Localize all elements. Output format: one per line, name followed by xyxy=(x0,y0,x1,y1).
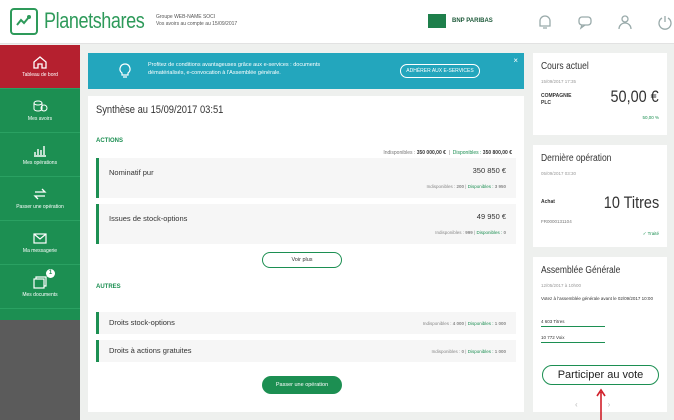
cours-price: 50,00 € xyxy=(610,87,659,106)
sidebar: Tableau de bord Mes avoirs Mes opération… xyxy=(0,45,80,420)
assemblee-date: 12/05/2017 à 10h00 xyxy=(541,283,582,288)
sidebar-item-label: Mes avoirs xyxy=(27,116,53,122)
derniere-title: Dernière opération xyxy=(541,153,612,164)
holding-row[interactable]: Droits stock-options Indisponibles : 4 0… xyxy=(96,312,516,334)
holding-detail: Indisponibles : 200 | Disponibles : 3 95… xyxy=(426,184,506,189)
total-dispo-label: Disponibles : xyxy=(452,150,482,156)
documents-badge: 1 xyxy=(46,269,55,278)
close-icon[interactable]: × xyxy=(513,56,518,65)
holding-row[interactable]: Issues de stock-options 49 950 € Indispo… xyxy=(96,204,516,244)
chart-icon xyxy=(34,146,46,157)
synthese-panel: Synthèse au 15/09/2017 03:51 ACTIONS Ind… xyxy=(88,96,524,412)
card-pager: ‹› xyxy=(575,400,640,409)
bank-logo: BNP PARIBAS xyxy=(428,13,493,29)
derniere-type: Achat xyxy=(541,199,555,205)
user-icon[interactable] xyxy=(612,10,638,34)
sidebar-item-label: Mes documents xyxy=(22,292,58,298)
actions-totals: Indisponibles : 350 000,00 € | Disponibl… xyxy=(383,150,512,156)
lightbulb-icon xyxy=(119,63,131,78)
documents-icon xyxy=(33,276,47,289)
assemblee-title: Assemblée Générale xyxy=(541,265,621,276)
cours-date: 15/09/2017 17:35 xyxy=(541,79,577,84)
cours-company: COMPAGNIE PLC xyxy=(541,93,572,106)
mail-icon xyxy=(33,233,47,244)
holding-name: Issues de stock-options xyxy=(109,214,188,223)
brand-name: Planetshares xyxy=(44,8,145,33)
exchange-icon xyxy=(33,188,47,200)
holding-name: Droits à actions gratuites xyxy=(109,346,192,355)
total-indispo: 350 000,00 € xyxy=(416,150,446,156)
sidebar-item-messagerie[interactable]: Ma messagerie xyxy=(0,221,80,265)
holding-detail: Indisponibles : 4 000 | Disponibles : 1 … xyxy=(422,321,506,326)
total-indispo-label: Indisponibles : xyxy=(383,150,416,156)
coins-icon xyxy=(33,100,48,112)
sidebar-item-avoirs[interactable]: Mes avoirs xyxy=(0,89,80,133)
actions-label: ACTIONS xyxy=(96,138,123,144)
autres-label: AUTRES xyxy=(96,284,121,290)
power-icon[interactable] xyxy=(652,10,674,34)
synthese-title: Synthèse au 15/09/2017 03:51 xyxy=(96,104,224,116)
sidebar-item-label: Ma messagerie xyxy=(22,248,58,254)
app-header: Planetshares Groupe WEB-NAME SOCI Vos av… xyxy=(0,0,674,44)
passer-operation-button[interactable]: Passer une opération xyxy=(262,376,342,394)
holding-row[interactable]: Droits à actions gratuites Indisponibles… xyxy=(96,340,516,362)
sidebar-item-documents[interactable]: 1 Mes documents xyxy=(0,265,80,309)
holding-detail: Indisponibles : 999 | Disponibles : 0 xyxy=(435,230,506,235)
derniere-status: ✓ Traité xyxy=(642,231,659,236)
home-icon xyxy=(33,56,47,69)
derniere-qty: 10 Titres xyxy=(603,193,659,212)
participer-vote-button[interactable]: Participer au vote xyxy=(542,365,659,385)
derniere-date: 05/09/2017 03:30 xyxy=(541,171,577,176)
assemblee-voix: 10 772 Voix xyxy=(541,335,605,343)
bank-flag-icon xyxy=(428,14,446,28)
voir-plus-button[interactable]: Voir plus xyxy=(262,252,342,268)
sidebar-item-passer-operation[interactable]: Passer une opération xyxy=(0,177,80,221)
derniere-ref: FR0000131104 xyxy=(541,219,572,224)
sidebar-item-operations[interactable]: Mes opérations xyxy=(0,133,80,177)
total-dispo: 350 800,00 € xyxy=(482,150,512,156)
assemblee-titres: 4 603 Titres xyxy=(541,319,605,327)
sidebar-item-label: Passer une opération xyxy=(16,204,64,210)
cours-change: 50,00 % xyxy=(642,115,659,120)
sidebar-footer xyxy=(0,320,80,420)
assemblee-text: Votez à l'assemblée générale avant le 02… xyxy=(541,296,653,301)
sidebar-item-label: Mes opérations xyxy=(22,160,58,166)
planetshares-logo-icon[interactable] xyxy=(10,8,38,35)
cours-title: Cours actuel xyxy=(541,61,589,72)
derniere-operation-card: Dernière opération 05/09/2017 03:30 Acha… xyxy=(533,145,667,247)
holding-value: 49 950 € xyxy=(476,212,506,221)
holding-value: 350 850 € xyxy=(472,166,506,175)
prev-icon[interactable]: ‹ xyxy=(575,400,608,409)
holding-name: Nominatif pur xyxy=(109,168,154,177)
adherer-e-services-button[interactable]: ADHÉRER AUX E-SERVICES xyxy=(400,64,480,78)
company-info: Groupe WEB-NAME SOCI Vos avoirs au compt… xyxy=(156,14,237,28)
bank-name: BNP PARIBAS xyxy=(452,18,493,24)
company-line1: Groupe WEB-NAME SOCI xyxy=(156,14,216,20)
header-icons xyxy=(532,10,674,34)
sidebar-item-dashboard[interactable]: Tableau de bord xyxy=(0,45,80,89)
bell-icon[interactable] xyxy=(532,10,558,34)
cours-actuel-card: Cours actuel 15/09/2017 17:35 COMPAGNIE … xyxy=(533,53,667,135)
banner-text: Profitez de conditions avantageuses grâc… xyxy=(148,62,321,76)
company-line2: Vos avoirs au compte au 15/09/2017 xyxy=(156,21,238,27)
sidebar-item-label: Tableau de bord xyxy=(22,72,58,78)
holding-detail: Indisponibles : 0 | Disponibles : 1 000 xyxy=(431,349,506,354)
holding-name: Droits stock-options xyxy=(109,318,175,327)
holding-row[interactable]: Nominatif pur 350 850 € Indisponibles : … xyxy=(96,158,516,198)
e-services-banner: Profitez de conditions avantageuses grâc… xyxy=(88,53,524,89)
chat-icon[interactable] xyxy=(572,10,598,34)
next-icon[interactable]: › xyxy=(608,400,641,409)
